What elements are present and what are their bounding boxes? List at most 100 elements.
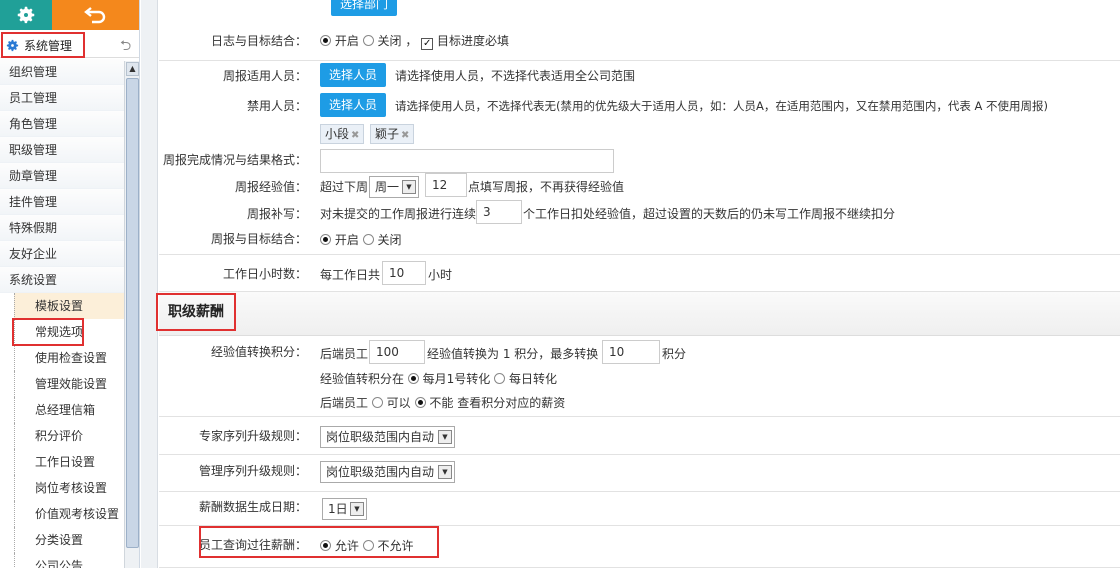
chevron-down-icon: ▼ <box>438 430 452 444</box>
sidebar-item-org[interactable]: 组织管理 <box>0 59 124 85</box>
settings-button[interactable] <box>0 0 52 30</box>
exp-per-point-input[interactable]: 100 <box>369 340 425 364</box>
sidebar-subitem-announcements[interactable]: 公司公告 <box>14 553 124 568</box>
log-goal-on-label: 开启 <box>334 34 359 48</box>
work-hours-label: 工作日小时数： <box>222 267 307 281</box>
scroll-up-icon[interactable]: ▲ <box>126 62 139 76</box>
salary-date-value: 1日 <box>328 502 348 516</box>
system-management-item[interactable]: 系统管理 <box>1 32 85 58</box>
weekly-goal-off-radio[interactable] <box>362 234 374 245</box>
monthly-convert-radio[interactable] <box>407 373 419 384</box>
weekly-exp-prefix: 超过下周 <box>320 180 369 194</box>
sidebar-item-partners[interactable]: 友好企业 <box>0 241 124 267</box>
user-tag-label: 小段 <box>325 127 350 141</box>
exp-convert-line2: 经验值转积分在 每月1号转化 每日转化 <box>320 370 557 387</box>
goal-progress-checkbox[interactable]: ✓ <box>421 38 434 50</box>
weekly-exp-hour-input[interactable]: 12 <box>425 173 467 197</box>
system-management-label: 系统管理 <box>24 38 73 53</box>
sidebar-subitem-workdays[interactable]: 工作日设置 <box>14 449 124 475</box>
user-tag[interactable]: 颖子 ✖ <box>370 124 415 144</box>
sidebar-item-widgets[interactable]: 挂件管理 <box>0 189 124 215</box>
chevron-down-icon: ▼ <box>438 465 452 479</box>
sidebar-subitem-efficiency[interactable]: 管理效能设置 <box>14 371 124 397</box>
select-dept-button[interactable]: 选择部门 <box>331 0 397 16</box>
banned-users-hint: 请选择使用人员，不选择代表无(禁用的优先级大于适用人员，如：人员A，在适用范围内… <box>395 99 1049 113</box>
sidebar-subitem-ceo-mailbox[interactable]: 总经理信箱 <box>14 397 124 423</box>
work-hours-input[interactable]: 10 <box>382 261 426 285</box>
weekly-users-label: 周报适用人员： <box>222 69 307 83</box>
highlight-general-options <box>12 318 84 346</box>
row-manage-rule: 管理序列升级规则： 岗位职级范围内自动 ▼ <box>159 455 1120 492</box>
back-button[interactable] <box>52 0 139 30</box>
salary-date-select[interactable]: 1日 ▼ <box>322 498 367 520</box>
chevron-down-icon: ▼ <box>350 502 364 516</box>
log-goal-off-radio[interactable] <box>362 35 374 46</box>
sidebar-item-roles[interactable]: 角色管理 <box>0 111 124 137</box>
gear-icon <box>6 39 19 51</box>
daily-convert-radio[interactable] <box>494 373 506 384</box>
can-view-radio[interactable] <box>371 397 383 408</box>
exp-convert-line2-a: 经验值转积分在 <box>320 372 405 386</box>
gear-icon <box>17 6 35 24</box>
sidebar-subitem-points[interactable]: 积分评价 <box>14 423 124 449</box>
max-points-input[interactable]: 10 <box>602 340 660 364</box>
weekly-makeup-suffix: 个工作日扣处经验值，超过设置的天数后的仍未写工作周报不继续扣分 <box>523 207 896 221</box>
daily-convert-label: 每日转化 <box>508 372 557 386</box>
remove-icon[interactable]: ✖ <box>401 130 409 141</box>
sidebar-subitem-values-review[interactable]: 价值观考核设置 <box>14 501 124 527</box>
row-expert-rule: 专家序列升级规则： 岗位职级范围内自动 ▼ <box>159 417 1120 455</box>
banned-users-label: 禁用人员： <box>246 99 307 113</box>
remove-icon[interactable]: ✖ <box>351 130 359 141</box>
exp-convert-line3-b: 查看积分对应的薪资 <box>457 396 566 410</box>
splitter[interactable] <box>141 0 158 568</box>
sidebar-scrollbar[interactable]: ▲ <box>124 61 139 568</box>
sidebar-item-holidays[interactable]: 特殊假期 <box>0 215 124 241</box>
log-goal-on-radio[interactable] <box>320 35 331 46</box>
weekday-select[interactable]: 周一 ▼ <box>369 176 419 198</box>
expert-rule-label: 专家序列升级规则： <box>198 429 307 443</box>
cannot-view-radio[interactable] <box>414 397 426 408</box>
work-hours-prefix: 每工作日共 <box>320 268 381 282</box>
collapse-icon[interactable]: ⮌ <box>120 35 131 59</box>
sidebar: 系统管理 ⮌ 组织管理 员工管理 角色管理 职级管理 勋章管理 挂件管理 特殊假… <box>0 0 140 568</box>
section-title: 职级薪酬 <box>156 293 236 331</box>
sidebar-subitem-usage-check[interactable]: 使用检查设置 <box>14 345 124 371</box>
cannot-view-label: 不能 <box>429 396 454 410</box>
weekly-format-label: 周报完成情况与结果格式： <box>162 153 307 167</box>
manage-rule-select[interactable]: 岗位职级范围内自动 ▼ <box>320 461 455 483</box>
sidebar-item-ranks[interactable]: 职级管理 <box>0 137 124 163</box>
sidebar-item-staff[interactable]: 员工管理 <box>0 85 124 111</box>
goal-progress-label: 目标进度必填 <box>437 34 510 48</box>
exp-convert-line3-a: 后端员工 <box>320 396 369 410</box>
weekly-goal-on-radio[interactable] <box>320 234 331 245</box>
sidebar-item-settings[interactable]: 系统设置 <box>0 267 124 293</box>
scroll-thumb[interactable] <box>126 78 139 548</box>
weekly-makeup-input[interactable]: 3 <box>476 200 522 224</box>
log-goal-options: 开启 关闭 ， ✓ 目标进度必填 <box>320 32 509 50</box>
sidebar-subitem-post-review[interactable]: 岗位考核设置 <box>14 475 124 501</box>
row-log-goal: 选择部门 日志与目标结合： 开启 关闭 ， ✓ 目标进度必填 <box>159 0 1120 61</box>
sidebar-subitem-templates[interactable]: 模板设置 <box>14 293 124 319</box>
exp-convert-line1-b: 经验值转换为 1 积分，最多转换 <box>427 347 599 361</box>
highlight-salary-query <box>199 526 439 558</box>
sidebar-subitem-categories[interactable]: 分类设置 <box>14 527 124 553</box>
can-view-label: 可以 <box>386 396 411 410</box>
weekly-users-button[interactable]: 选择人员 <box>320 63 386 87</box>
row-work-hours: 工作日小时数： 每工作日共 10 小时 <box>159 255 1120 292</box>
weekly-section: 周报适用人员： 选择人员 请选择使用人员，不选择代表适用全公司范围 禁用人员： … <box>159 61 1120 255</box>
sidebar-item-medals[interactable]: 勋章管理 <box>0 163 124 189</box>
weekday-value: 周一 <box>375 180 400 194</box>
sidebar-menu: 组织管理 员工管理 角色管理 职级管理 勋章管理 挂件管理 特殊假期 友好企业 … <box>0 59 124 568</box>
weekly-format-input[interactable] <box>320 149 614 173</box>
monthly-convert-label: 每月1号转化 <box>422 372 491 386</box>
exp-convert-line3: 后端员工 可以 不能 查看积分对应的薪资 <box>320 394 565 411</box>
user-tag[interactable]: 小段 ✖ <box>320 124 365 144</box>
row-exp-convert: 经验值转换积分： 后端员工 100 经验值转换为 1 积分，最多转换 10 积分… <box>159 336 1120 417</box>
weekly-goal-label: 周报与目标结合： <box>210 232 307 246</box>
main-content: 选择部门 日志与目标结合： 开启 关闭 ， ✓ 目标进度必填 周报适用人员： 选… <box>156 0 1120 568</box>
expert-rule-select[interactable]: 岗位职级范围内自动 ▼ <box>320 426 455 448</box>
row-salary-date: 薪酬数据生成日期： 1日 ▼ <box>159 492 1120 526</box>
banned-users-button[interactable]: 选择人员 <box>320 93 386 117</box>
section-header: 职级薪酬 <box>156 292 1120 336</box>
weekly-users-hint: 请选择使用人员，不选择代表适用全公司范围 <box>395 69 636 83</box>
